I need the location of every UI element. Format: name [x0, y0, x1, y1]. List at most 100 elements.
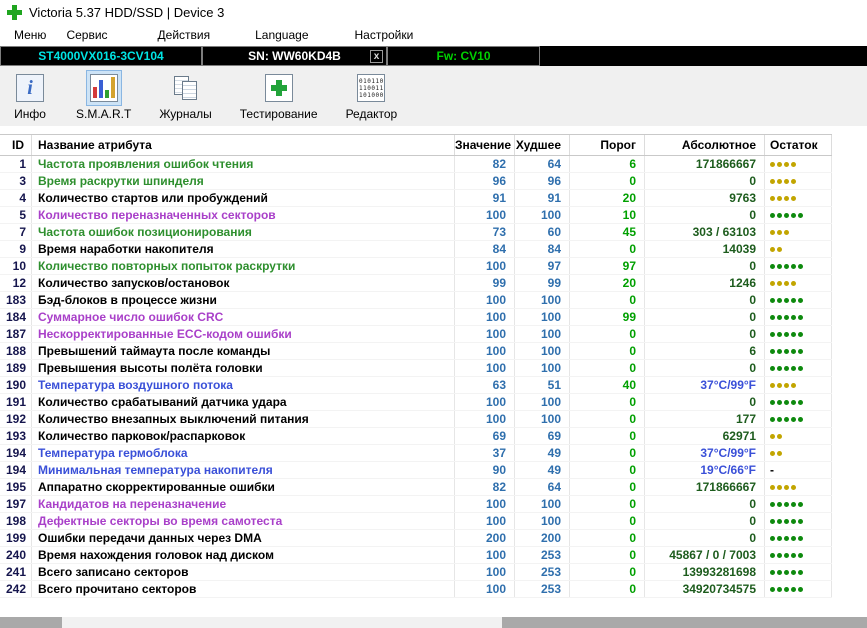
table-row[interactable]: 194 Температура гермоблока 37 49 0 37°C/… — [0, 445, 832, 462]
attr-threshold: 0 — [570, 394, 645, 410]
health-dot — [777, 570, 782, 575]
attr-threshold: 0 — [570, 326, 645, 342]
toolbar-button-logs[interactable]: Журналы — [151, 66, 219, 121]
attr-health-dots — [765, 156, 832, 172]
attr-value: 90 — [455, 462, 515, 478]
toolbar-button-editor[interactable]: 010110 110011 101000 Редактор — [338, 66, 406, 121]
attr-health-dots — [765, 275, 832, 291]
health-dot — [777, 383, 782, 388]
table-row[interactable]: 1 Частота проявления ошибок чтения 82 64… — [0, 156, 832, 173]
health-dot — [791, 298, 796, 303]
health-dot — [791, 264, 796, 269]
attr-value: 100 — [455, 360, 515, 376]
table-row[interactable]: 195 Аппаратно скорректированные ошибки 8… — [0, 479, 832, 496]
attr-worst: 100 — [515, 360, 570, 376]
device-model[interactable]: ST4000VX016-3CV104 — [0, 46, 202, 66]
health-dot — [777, 213, 782, 218]
table-row[interactable]: 240 Время нахождения головок над диском … — [0, 547, 832, 564]
header-worst[interactable]: Худшее — [515, 135, 570, 155]
attr-name: Количество запусков/остановок — [32, 275, 455, 291]
attr-raw: 0 — [645, 360, 765, 376]
attr-health-dots — [765, 190, 832, 206]
health-dot — [791, 570, 796, 575]
table-row[interactable]: 10 Количество повторных попыток раскрутк… — [0, 258, 832, 275]
attr-value: 100 — [455, 496, 515, 512]
header-value[interactable]: Значение — [455, 135, 515, 155]
table-row[interactable]: 191 Количество срабатываний датчика удар… — [0, 394, 832, 411]
table-row[interactable]: 12 Количество запусков/остановок 99 99 2… — [0, 275, 832, 292]
table-row[interactable]: 4 Количество стартов или пробуждений 91 … — [0, 190, 832, 207]
attr-worst: 96 — [515, 173, 570, 189]
health-dot — [770, 366, 775, 371]
attr-raw: 0 — [645, 309, 765, 325]
header-name[interactable]: Название атрибута — [32, 135, 455, 155]
close-icon[interactable]: x — [370, 50, 383, 63]
attr-id: 195 — [0, 479, 32, 495]
attr-value: 200 — [455, 530, 515, 546]
attr-worst: 100 — [515, 207, 570, 223]
horizontal-scrollbar[interactable] — [0, 617, 867, 628]
scrollbar-thumb[interactable] — [62, 617, 502, 628]
table-row[interactable]: 190 Температура воздушного потока 63 51 … — [0, 377, 832, 394]
table-row[interactable]: 199 Ошибки передачи данных через DMA 200… — [0, 530, 832, 547]
table-row[interactable]: 198 Дефектные секторы во время самотеста… — [0, 513, 832, 530]
health-dot — [777, 434, 782, 439]
header-id[interactable]: ID — [0, 135, 32, 155]
attr-raw: 34920734575 — [645, 581, 765, 597]
attr-worst: 100 — [515, 309, 570, 325]
health-dot — [784, 553, 789, 558]
table-row[interactable]: 183 Бэд-блоков в процессе жизни 100 100 … — [0, 292, 832, 309]
smart-table: ID Название атрибута Значение Худшее Пор… — [0, 134, 832, 598]
header-raw[interactable]: Абсолютное — [645, 135, 765, 155]
attr-id: 4 — [0, 190, 32, 206]
attr-health-dots — [765, 564, 832, 580]
attr-worst: 84 — [515, 241, 570, 257]
health-dot — [777, 298, 782, 303]
health-dot — [791, 162, 796, 167]
attr-threshold: 0 — [570, 564, 645, 580]
table-row[interactable]: 192 Количество внезапных выключений пита… — [0, 411, 832, 428]
table-row[interactable]: 187 Нескорректированные ECC-кодом ошибки… — [0, 326, 832, 343]
health-dot — [784, 349, 789, 354]
attr-id: 12 — [0, 275, 32, 291]
attr-id: 199 — [0, 530, 32, 546]
header-health[interactable]: Остаток — [765, 135, 832, 155]
attr-threshold: 6 — [570, 156, 645, 172]
attr-worst: 51 — [515, 377, 570, 393]
header-threshold[interactable]: Порог — [570, 135, 645, 155]
table-row[interactable]: 242 Всего прочитано секторов 100 253 0 3… — [0, 581, 832, 598]
table-row[interactable]: 188 Превышений таймаута после команды 10… — [0, 343, 832, 360]
table-row[interactable]: 197 Кандидатов на переназначение 100 100… — [0, 496, 832, 513]
table-row[interactable]: 194 Минимальная температура накопителя 9… — [0, 462, 832, 479]
table-row[interactable]: 189 Превышения высоты полёта головки 100… — [0, 360, 832, 377]
health-dot — [784, 570, 789, 575]
table-row[interactable]: 184 Суммарное число ошибок CRC 100 100 9… — [0, 309, 832, 326]
menu-item-language[interactable]: Language — [255, 28, 308, 42]
attr-id: 191 — [0, 394, 32, 410]
menu-item-settings[interactable]: Настройки — [355, 28, 414, 42]
smart-table-header: ID Название атрибута Значение Худшее Пор… — [0, 134, 832, 156]
table-row[interactable]: 9 Время наработки накопителя 84 84 0 140… — [0, 241, 832, 258]
table-row[interactable]: 3 Время раскрутки шпинделя 96 96 0 0 — [0, 173, 832, 190]
health-dot — [777, 366, 782, 371]
attr-id: 241 — [0, 564, 32, 580]
health-dot — [777, 247, 782, 252]
health-dot — [791, 502, 796, 507]
menu-item-service[interactable]: Сервис — [66, 28, 107, 42]
health-dot — [791, 485, 796, 490]
health-dot — [791, 383, 796, 388]
menu-item-actions[interactable]: Действия — [158, 28, 211, 42]
menu-item-menu[interactable]: Меню — [14, 28, 46, 42]
health-dot — [798, 349, 803, 354]
table-row[interactable]: 241 Всего записано секторов 100 253 0 13… — [0, 564, 832, 581]
health-dot — [777, 196, 782, 201]
attr-threshold: 0 — [570, 445, 645, 461]
toolbar-button-info[interactable]: i Инфо — [4, 66, 56, 121]
attr-value: 82 — [455, 479, 515, 495]
toolbar-button-smart[interactable]: S.M.A.R.T — [68, 66, 139, 121]
table-row[interactable]: 5 Количество переназначенных секторов 10… — [0, 207, 832, 224]
table-row[interactable]: 7 Частота ошибок позиционирования 73 60 … — [0, 224, 832, 241]
logs-icon — [168, 70, 204, 106]
toolbar-button-testing[interactable]: Тестирование — [232, 66, 326, 121]
table-row[interactable]: 193 Количество парковок/распарковок 69 6… — [0, 428, 832, 445]
